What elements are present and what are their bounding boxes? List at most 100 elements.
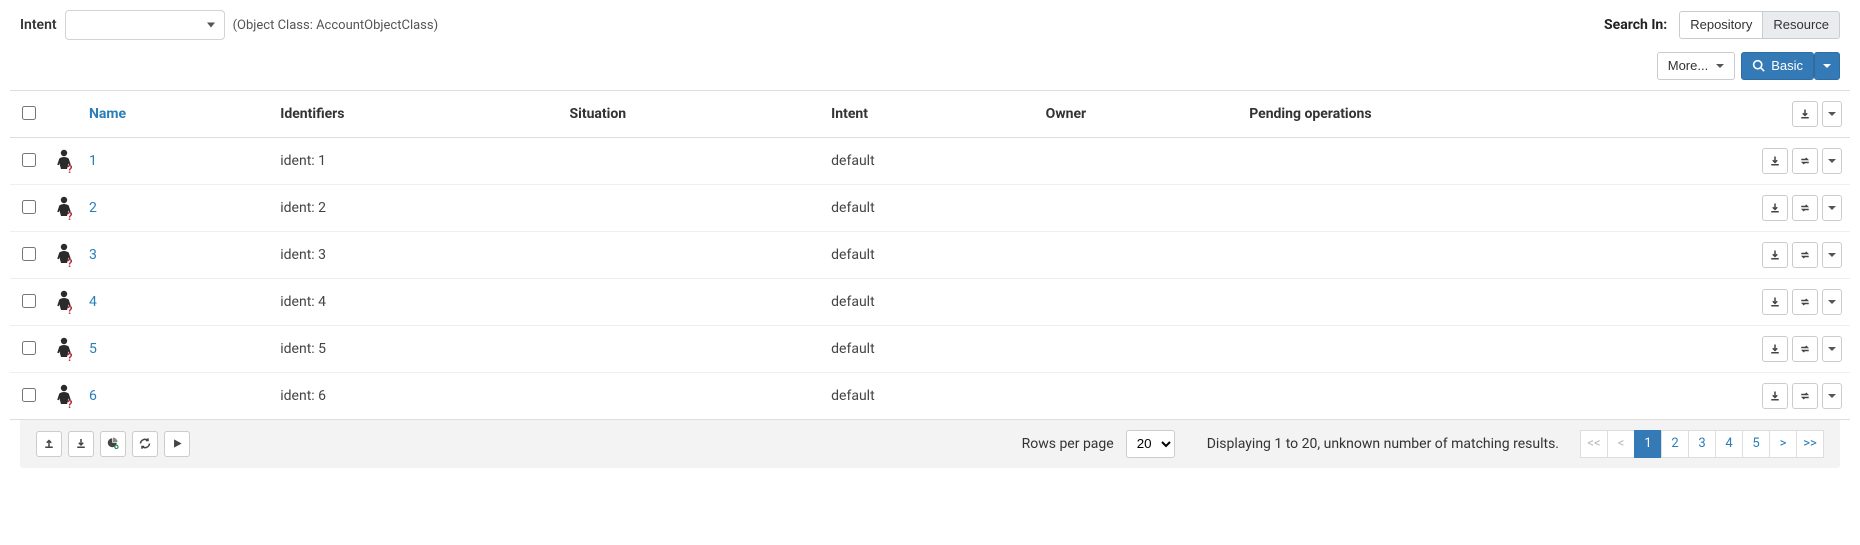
table-row: ? 2 ident: 2 default <box>10 184 1850 231</box>
column-intent: Intent <box>823 90 1038 137</box>
person-unknown-icon: ? <box>53 147 75 173</box>
footer-play-button[interactable] <box>164 431 190 457</box>
row-name-link[interactable]: 4 <box>89 294 97 310</box>
footer-upload-button[interactable] <box>36 431 62 457</box>
search-in-label: Search In: <box>1604 17 1667 33</box>
row-pending <box>1241 231 1740 278</box>
row-actions-dropdown[interactable] <box>1822 383 1842 409</box>
intent-label: Intent <box>20 17 57 33</box>
select-all-checkbox[interactable] <box>22 106 36 120</box>
row-owner <box>1038 184 1242 231</box>
row-checkbox[interactable] <box>22 247 36 261</box>
row-checkbox[interactable] <box>22 200 36 214</box>
column-pending: Pending operations <box>1241 90 1740 137</box>
row-checkbox[interactable] <box>22 294 36 308</box>
row-actions-dropdown[interactable] <box>1822 289 1842 315</box>
person-unknown-icon: ? <box>53 335 75 361</box>
row-download-button[interactable] <box>1762 242 1788 268</box>
row-download-button[interactable] <box>1762 383 1788 409</box>
row-owner <box>1038 137 1242 184</box>
chevron-down-icon <box>1828 347 1836 351</box>
row-sync-button[interactable] <box>1792 383 1818 409</box>
row-situation <box>562 278 824 325</box>
row-name-link[interactable]: 2 <box>89 200 97 216</box>
row-identifiers: ident: 4 <box>272 278 561 325</box>
footer-refresh-button[interactable] <box>132 431 158 457</box>
intent-select[interactable] <box>65 10 225 40</box>
row-identifiers: ident: 1 <box>272 137 561 184</box>
pager-last[interactable]: >> <box>1796 430 1824 458</box>
object-class-text: (Object Class: AccountObjectClass) <box>233 18 439 33</box>
pager-page-1[interactable]: 1 <box>1634 430 1662 458</box>
column-name[interactable]: Name <box>81 90 272 137</box>
svg-text:?: ? <box>67 304 73 316</box>
row-pending <box>1241 278 1740 325</box>
sync-icon <box>1799 343 1811 355</box>
footer-download-button[interactable] <box>68 431 94 457</box>
download-icon <box>1769 249 1781 261</box>
row-sync-button[interactable] <box>1792 336 1818 362</box>
rows-per-page-select[interactable]: 20 <box>1126 430 1175 458</box>
result-count-text: Displaying 1 to 20, unknown number of ma… <box>1207 436 1559 452</box>
row-download-button[interactable] <box>1762 148 1788 174</box>
more-dropdown-button[interactable]: More... <box>1657 52 1735 80</box>
row-sync-button[interactable] <box>1792 289 1818 315</box>
pagination: <<<12345>>> <box>1581 430 1824 458</box>
row-identifiers: ident: 2 <box>272 184 561 231</box>
download-icon <box>1799 108 1811 120</box>
pager-page-4[interactable]: 4 <box>1715 430 1743 458</box>
row-checkbox[interactable] <box>22 153 36 167</box>
row-checkbox[interactable] <box>22 388 36 402</box>
basic-search-dropdown[interactable] <box>1814 52 1840 80</box>
search-in-resource-button[interactable]: Resource <box>1763 11 1840 39</box>
row-actions-dropdown[interactable] <box>1822 148 1842 174</box>
basic-search-button[interactable]: Basic <box>1741 52 1814 80</box>
row-intent: default <box>823 184 1038 231</box>
row-checkbox[interactable] <box>22 341 36 355</box>
row-actions-dropdown[interactable] <box>1822 242 1842 268</box>
pager-page-3[interactable]: 3 <box>1688 430 1716 458</box>
chevron-down-icon <box>1828 253 1836 257</box>
row-name-link[interactable]: 3 <box>89 247 97 263</box>
pager-page-2[interactable]: 2 <box>1661 430 1689 458</box>
person-unknown-icon: ? <box>53 241 75 267</box>
person-unknown-icon: ? <box>53 194 75 220</box>
row-name-link[interactable]: 5 <box>89 341 97 357</box>
header-actions-dropdown[interactable] <box>1822 101 1842 127</box>
row-pending <box>1241 325 1740 372</box>
chevron-down-icon <box>1823 64 1831 68</box>
svg-text:?: ? <box>67 210 73 222</box>
row-download-button[interactable] <box>1762 336 1788 362</box>
footer-chart-button[interactable] <box>100 431 126 457</box>
row-sync-button[interactable] <box>1792 195 1818 221</box>
search-icon <box>1752 59 1765 72</box>
table-row: ? 5 ident: 5 default <box>10 325 1850 372</box>
search-in-repository-button[interactable]: Repository <box>1679 11 1763 39</box>
row-intent: default <box>823 137 1038 184</box>
more-label: More... <box>1668 58 1708 73</box>
pager-page-5[interactable]: 5 <box>1742 430 1770 458</box>
download-icon <box>1769 202 1781 214</box>
row-actions-dropdown[interactable] <box>1822 195 1842 221</box>
pager-first[interactable]: << <box>1580 430 1608 458</box>
pager-next[interactable]: > <box>1769 430 1797 458</box>
row-sync-button[interactable] <box>1792 148 1818 174</box>
row-sync-button[interactable] <box>1792 242 1818 268</box>
row-owner <box>1038 231 1242 278</box>
row-pending <box>1241 372 1740 419</box>
refresh-icon <box>139 437 151 450</box>
download-icon <box>1769 390 1781 402</box>
row-identifiers: ident: 3 <box>272 231 561 278</box>
row-actions-dropdown[interactable] <box>1822 336 1842 362</box>
pager-prev[interactable]: < <box>1607 430 1635 458</box>
row-identifiers: ident: 5 <box>272 325 561 372</box>
row-download-button[interactable] <box>1762 289 1788 315</box>
row-download-button[interactable] <box>1762 195 1788 221</box>
row-situation <box>562 137 824 184</box>
download-icon <box>75 437 87 450</box>
header-download-button[interactable] <box>1792 101 1818 127</box>
row-owner <box>1038 278 1242 325</box>
row-name-link[interactable]: 1 <box>89 153 97 169</box>
row-name-link[interactable]: 6 <box>89 388 97 404</box>
row-situation <box>562 372 824 419</box>
